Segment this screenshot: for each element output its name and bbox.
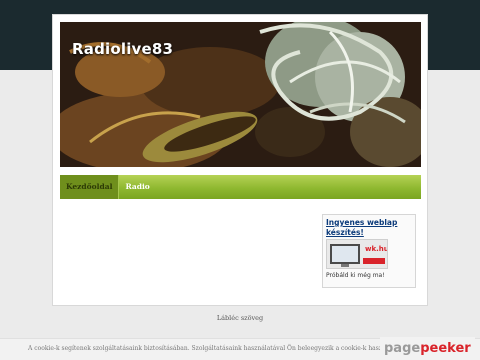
pagepeeker-logo-peeker: peeker <box>420 340 471 356</box>
pagepeeker-logo[interactable]: page peeker <box>380 337 475 359</box>
cookie-notice-text: A cookie-k segítenek szolgáltatásaink bi… <box>28 345 398 352</box>
page-container: Radiolive83 Kezdőoldal Radio Ingyenes we… <box>52 14 428 306</box>
widget-image-label: wk.hu <box>365 245 388 253</box>
widget-title-link[interactable]: Ingyenes weblap készítés! <box>326 218 414 238</box>
main-navigation: Kezdőoldal Radio <box>60 175 421 199</box>
nav-item-kezdooldal[interactable]: Kezdőoldal <box>60 175 119 199</box>
free-website-widget[interactable]: Ingyenes weblap készítés! wk.hu Próbáld … <box>322 214 416 288</box>
site-title[interactable]: Radiolive83 <box>72 40 173 58</box>
widget-cta-text: Próbáld ki még ma! <box>326 272 385 279</box>
pagepeeker-logo-page: page <box>384 340 421 356</box>
footer-text: Lábléc szöveg <box>216 314 264 322</box>
widget-promo-image[interactable]: wk.hu <box>326 239 388 269</box>
nav-item-radio[interactable]: Radio <box>119 175 155 199</box>
header-image: Radiolive83 <box>60 22 421 167</box>
